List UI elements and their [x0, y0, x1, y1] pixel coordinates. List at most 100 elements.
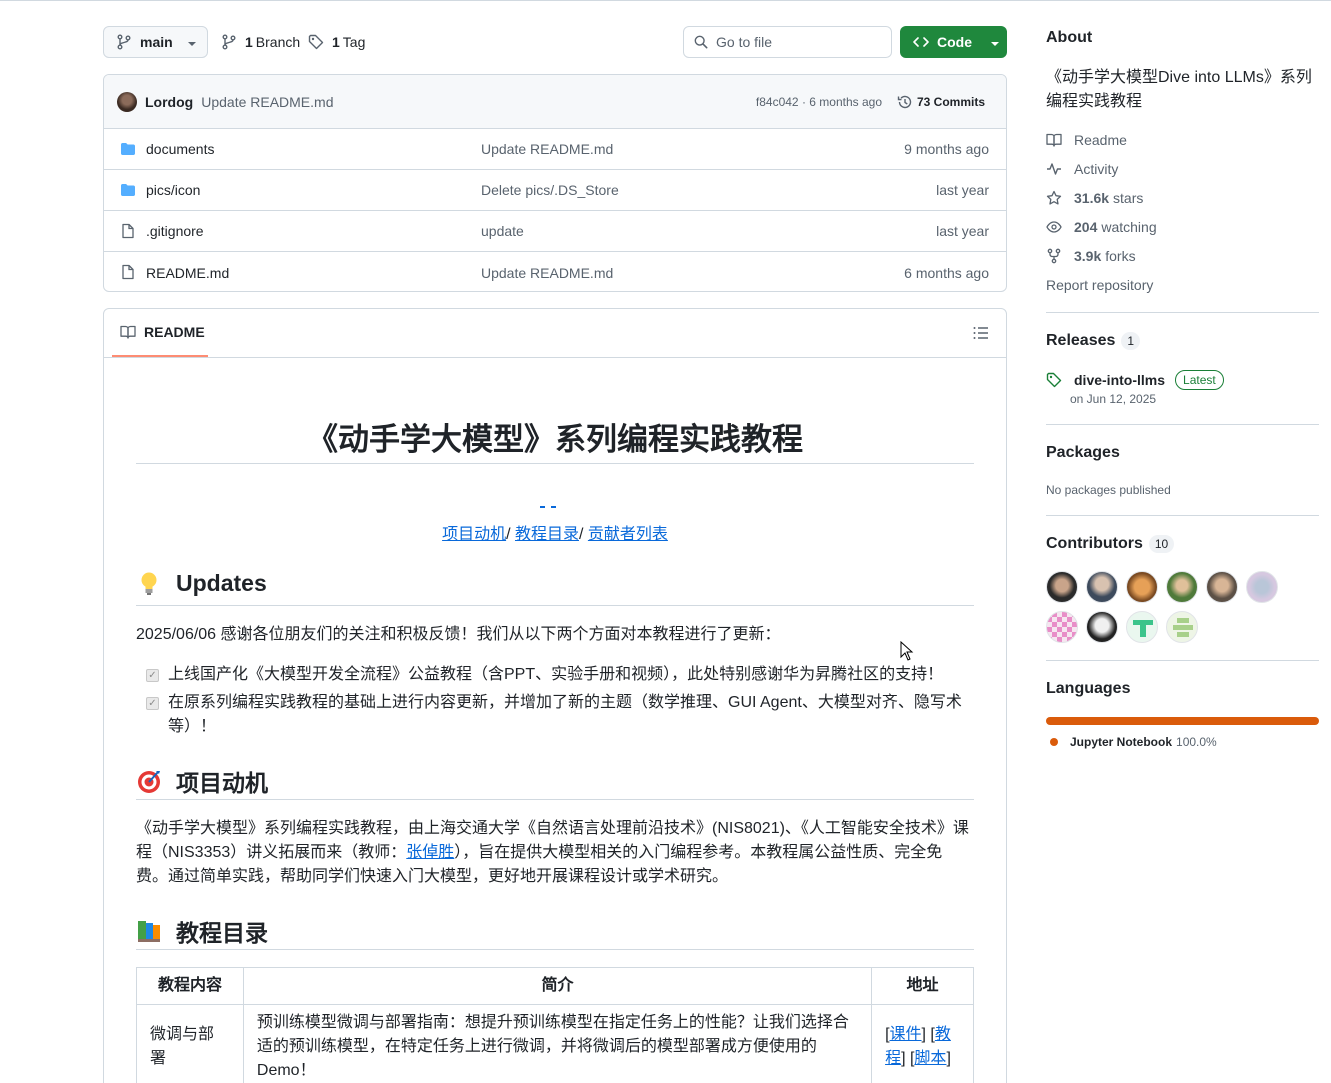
avatar[interactable]	[1086, 571, 1118, 603]
releases-counter: 1	[1121, 332, 1141, 350]
motivation-paragraph: 《动手学大模型》系列编程实践教程，由上海交通大学《自然语言处理前沿技术》(NIS…	[136, 817, 974, 889]
avatar[interactable]	[1166, 571, 1198, 603]
file-commit-message[interactable]: Update README.md	[481, 141, 613, 157]
stars-count: 31.6k	[1074, 190, 1110, 206]
languages-heading: Languages	[1046, 680, 1131, 697]
nav-link-contributors[interactable]: 贡献者列表	[588, 526, 668, 543]
history-icon	[897, 95, 912, 108]
avatar[interactable]	[1206, 571, 1238, 603]
mouse-cursor-icon	[900, 641, 914, 661]
nav-link-catalog[interactable]: 教程目录	[515, 526, 579, 543]
tab-readme[interactable]: README	[112, 309, 208, 357]
release-item[interactable]: dive-into-llms Latest	[1046, 370, 1224, 390]
tags-link[interactable]: 1 Tag	[308, 26, 365, 58]
branches-link[interactable]: 1 Branch	[221, 26, 300, 58]
chevron-down-icon	[990, 34, 1000, 50]
go-to-file-input[interactable]: Go to file	[683, 26, 892, 58]
latest-commit-bar: Lordog Update README.md f84c042 · 6 mont…	[104, 75, 1006, 129]
fork-icon	[1046, 248, 1062, 264]
motivation-heading-text: 项目动机	[176, 770, 268, 796]
file-row[interactable]: README.md Update README.md 6 months ago	[104, 252, 1006, 291]
readme-tab-label: README	[144, 324, 205, 340]
search-placeholder: Go to file	[716, 34, 773, 50]
file-time: last year	[936, 182, 989, 198]
file-browser: Lordog Update README.md f84c042 · 6 mont…	[103, 74, 1007, 292]
branch-select-button[interactable]: main	[103, 26, 208, 58]
divider	[136, 799, 974, 800]
commits-history-link[interactable]: 73 Commits	[897, 94, 985, 110]
forks-link[interactable]: 3.9k forks	[1046, 248, 1136, 264]
divider	[1046, 515, 1319, 516]
tag-icon	[308, 34, 324, 50]
file-row[interactable]: documents Update README.md 9 months ago	[104, 129, 1006, 170]
activity-link[interactable]: Activity	[1046, 161, 1118, 177]
code-label: Code	[937, 34, 972, 50]
forks-count: 3.9k	[1074, 248, 1102, 264]
file-row[interactable]: .gitignore update last year	[104, 211, 1006, 252]
branch-count: 1	[245, 34, 253, 50]
tag-count: 1	[332, 34, 340, 50]
packages-empty-text: No packages published	[1046, 483, 1171, 497]
top-divider	[0, 0, 1331, 1]
commits-count: 73 Commits	[916, 94, 985, 109]
releases-heading[interactable]: Releases 1	[1046, 332, 1141, 350]
watchers-link[interactable]: 204 watching	[1046, 219, 1157, 235]
git-branch-icon	[222, 34, 236, 50]
file-commit-message[interactable]: Delete pics/.DS_Store	[481, 182, 619, 198]
avatar[interactable]	[1126, 611, 1158, 643]
avatar[interactable]	[1126, 571, 1158, 603]
commit-author[interactable]: Lordog	[145, 94, 193, 110]
readme-title: 《动手学大模型》系列编程实践教程	[307, 422, 803, 458]
teacher-link[interactable]: 张倬胜	[406, 844, 454, 861]
readme-link[interactable]: Readme	[1046, 132, 1127, 148]
readme-nav-links: 项目动机/ 教程目录/ 贡献者列表	[136, 520, 974, 544]
file-name[interactable]: .gitignore	[146, 223, 204, 239]
file-commit-message[interactable]: update	[481, 223, 524, 239]
task-text: 在原系列编程实践教程的基础上进行内容更新，并增加了新的主题（数学推理、GUI A…	[168, 694, 962, 735]
slides-link[interactable]: 课件	[890, 1026, 922, 1043]
avatar[interactable]	[1166, 611, 1198, 643]
updates-heading-text: Updates	[176, 570, 267, 596]
book-icon	[1046, 132, 1062, 148]
avatar[interactable]	[1046, 571, 1078, 603]
outline-list-icon[interactable]	[973, 326, 989, 343]
file-icon	[120, 264, 136, 283]
file-name[interactable]: README.md	[146, 265, 229, 281]
script-link[interactable]: 脚本	[914, 1050, 946, 1067]
broken-image-links[interactable]	[540, 495, 564, 508]
file-name[interactable]: documents	[146, 141, 214, 157]
avatar[interactable]	[1246, 571, 1278, 603]
nav-link-motivation[interactable]: 项目动机	[442, 526, 506, 543]
report-repository-link[interactable]: Report repository	[1046, 277, 1153, 293]
commit-message[interactable]: Update README.md	[201, 94, 333, 110]
target-icon	[136, 768, 162, 794]
release-name: dive-into-llms	[1074, 372, 1166, 388]
file-row[interactable]: pics/icon Delete pics/.DS_Store last yea…	[104, 170, 1006, 211]
contributors-heading[interactable]: Contributors 10	[1046, 535, 1175, 553]
avatar[interactable]	[1086, 611, 1118, 643]
contributors-counter: 10	[1148, 535, 1175, 553]
releases-heading-text: Releases	[1046, 332, 1116, 349]
code-button[interactable]: Code	[900, 26, 1007, 58]
divider	[1046, 312, 1319, 313]
git-branch-icon	[117, 34, 131, 50]
packages-heading[interactable]: Packages	[1046, 444, 1120, 462]
folder-icon	[120, 182, 136, 201]
author-avatar[interactable]	[117, 91, 137, 112]
task-text: 上线国产化《大模型开发全流程》公益教程（含PPT、实验手册和视频），此处特别感谢…	[168, 666, 944, 683]
activity-link-label: Activity	[1074, 161, 1119, 177]
avatar[interactable]	[1046, 611, 1078, 643]
language-percent: 100.0%	[1176, 735, 1217, 749]
file-time: 9 months ago	[904, 141, 989, 157]
table-header-row: 教程内容 简介 地址	[136, 967, 974, 1005]
about-heading: About	[1046, 29, 1093, 46]
stars-link[interactable]: 31.6k stars	[1046, 190, 1143, 206]
release-date: on Jun 12, 2025	[1070, 392, 1157, 406]
commit-hash-time[interactable]: f84c042 · 6 months ago	[756, 95, 882, 109]
language-item[interactable]: Jupyter Notebook 100.0%	[1046, 735, 1217, 749]
file-commit-message[interactable]: Update README.md	[481, 265, 613, 281]
divider	[136, 463, 974, 464]
table-header-cell: 简介	[242, 967, 873, 1005]
latest-badge: Latest	[1175, 370, 1224, 390]
file-name[interactable]: pics/icon	[146, 182, 200, 198]
